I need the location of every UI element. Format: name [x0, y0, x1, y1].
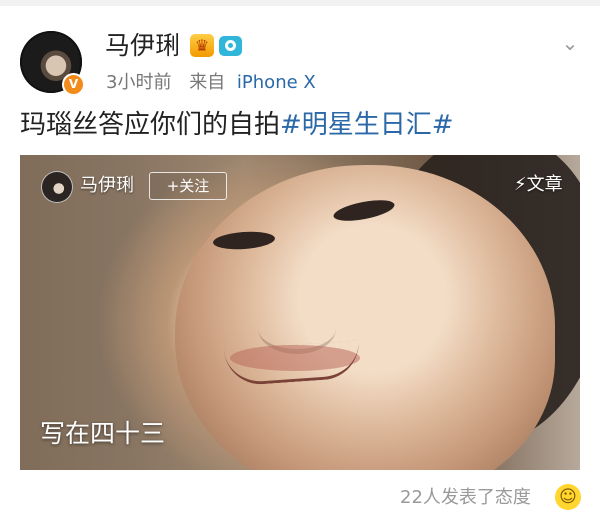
camera-icon[interactable] [219, 36, 242, 56]
vip-crown-icon[interactable]: ♛ [190, 34, 214, 57]
article-label: ⚡文章 [514, 174, 563, 195]
username[interactable]: 马伊琍 [105, 30, 180, 62]
post-text-body: 玛瑙丝答应你们的自拍 [20, 110, 281, 140]
smile-emoji-icon[interactable]: ☺ [555, 484, 581, 510]
reaction-count-text[interactable]: 22人发表了态度 [400, 486, 531, 510]
hashtag-link[interactable]: #明星生日汇# [280, 110, 454, 140]
card-author-avatar[interactable] [41, 171, 73, 203]
post-text: 玛瑙丝答应你们的自拍#明星生日汇# [20, 107, 454, 143]
post-time: 3小时前 [106, 72, 172, 93]
follow-button[interactable]: +关注 [149, 172, 227, 200]
card-author-name[interactable]: 马伊琍 [80, 171, 134, 201]
post-device[interactable]: iPhone X [237, 72, 316, 93]
chevron-down-icon[interactable]: ⌄ [555, 33, 585, 53]
top-divider [0, 0, 600, 6]
article-title[interactable]: 写在四十三 [40, 418, 165, 450]
verified-icon: V [62, 73, 85, 96]
article-card[interactable]: 马伊琍 +关注 ⚡文章 写在四十三 [20, 155, 580, 470]
post-source-label: 来自 [189, 72, 226, 93]
post-meta: 3小时前 来自 iPhone X [106, 71, 316, 95]
